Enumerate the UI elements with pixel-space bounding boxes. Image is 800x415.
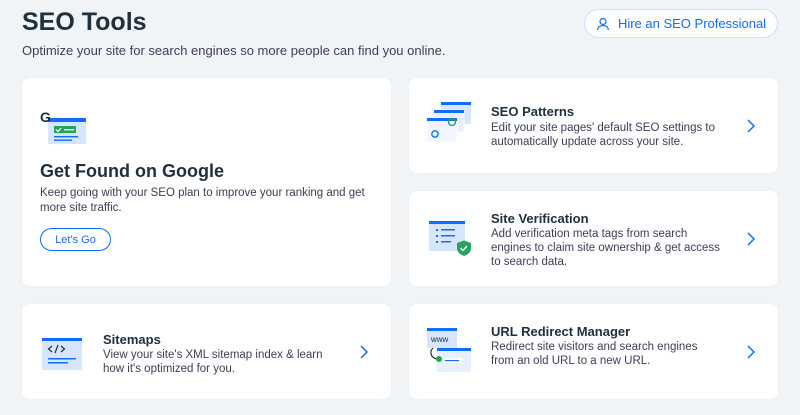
url-redirect-icon: www <box>427 328 471 372</box>
person-icon <box>596 17 610 30</box>
url-redirect-title: URL Redirect Manager <box>491 324 631 339</box>
chevron-right-icon <box>747 231 756 246</box>
url-redirect-manager-card[interactable]: www URL Redirect Manager Redirect site v… <box>409 304 778 399</box>
site-verification-description: Add verification meta tags from search e… <box>491 228 720 268</box>
chevron-right-icon <box>747 344 756 359</box>
google-letter: G <box>40 109 51 125</box>
seo-patterns-icon <box>427 102 471 143</box>
get-found-on-google-card: G Get Found on Google Keep going with yo… <box>22 78 391 286</box>
url-redirect-description: Redirect site visitors and search engine… <box>491 341 698 367</box>
seo-patterns-description: Edit your site pages' default SEO settin… <box>491 122 716 148</box>
site-verification-card[interactable]: Site Verification Add verification meta … <box>409 191 778 286</box>
site-verification-title: Site Verification <box>491 211 589 226</box>
hire-seo-professional-button[interactable]: Hire an SEO Professional <box>584 9 778 38</box>
sitemap-code-icon <box>42 338 82 370</box>
page-subtitle: Optimize your site for search engines so… <box>22 43 446 58</box>
www-label: www <box>430 335 449 344</box>
google-card-title: Get Found on Google <box>40 161 224 181</box>
lets-go-button[interactable]: Let's Go <box>40 228 111 251</box>
hire-button-label: Hire an SEO Professional <box>617 16 767 31</box>
chevron-right-icon <box>747 118 756 133</box>
site-verification-icon <box>429 221 471 256</box>
google-card-description: Keep going with your SEO plan to improve… <box>40 187 365 214</box>
sitemaps-card[interactable]: Sitemaps View your site's XML sitemap in… <box>22 304 391 399</box>
chevron-right-icon <box>360 344 369 359</box>
page-title: SEO Tools <box>22 8 147 36</box>
sitemaps-title: Sitemaps <box>103 332 161 347</box>
seo-patterns-card[interactable]: SEO Patterns Edit your site pages' defau… <box>409 78 778 173</box>
seo-patterns-title: SEO Patterns <box>491 104 575 119</box>
google-search-icon: G <box>40 109 86 144</box>
sitemaps-description: View your site's XML sitemap index & lea… <box>103 349 323 375</box>
